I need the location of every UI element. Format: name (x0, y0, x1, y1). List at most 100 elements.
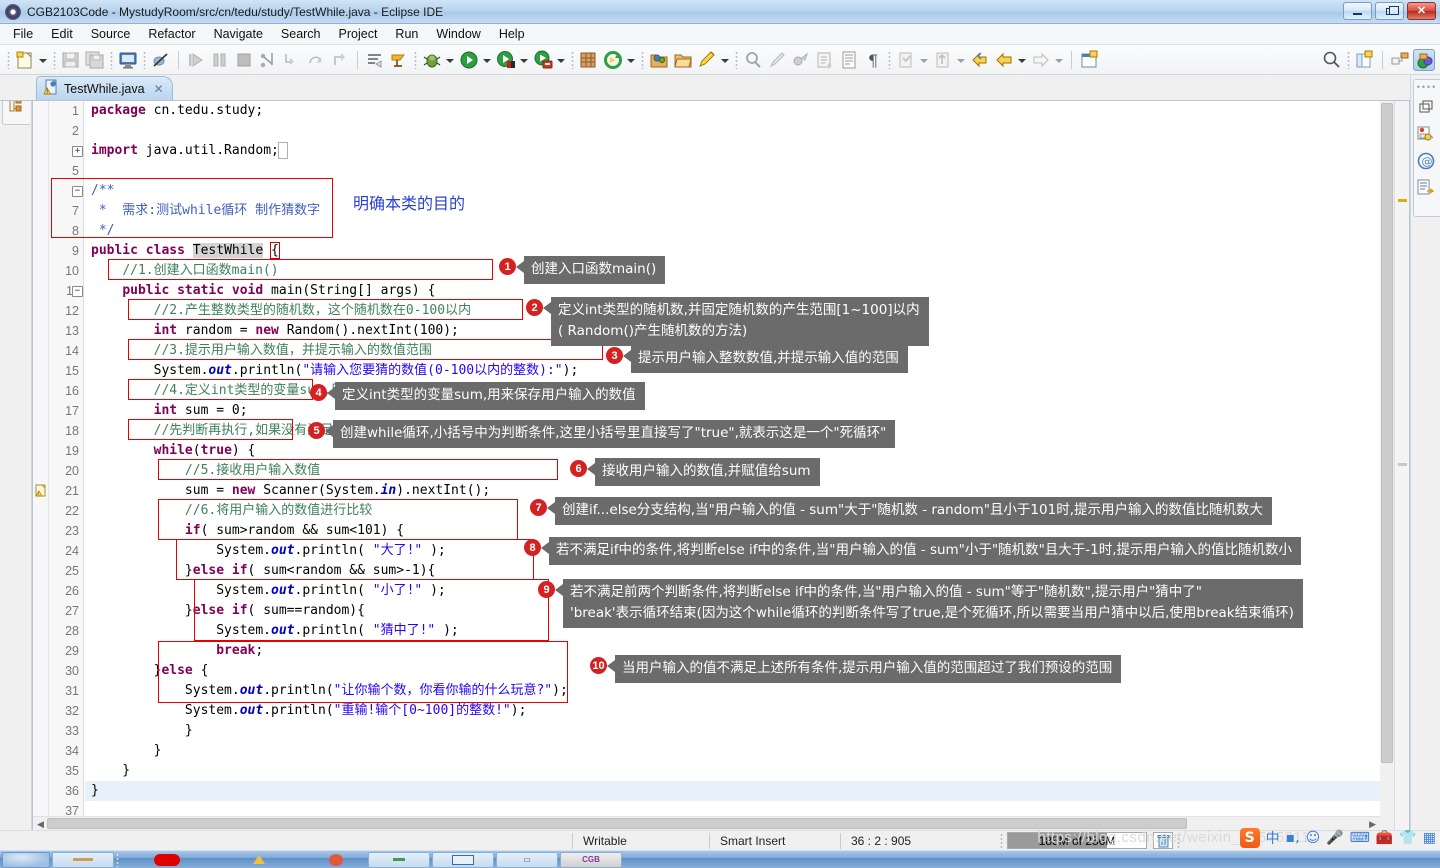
code-line[interactable] (85, 161, 1409, 181)
taskbar-item-7[interactable]: ▭ (496, 851, 558, 868)
java-ee-perspective-icon[interactable] (1389, 49, 1411, 71)
open-type-icon[interactable] (648, 49, 670, 71)
smiley-icon[interactable]: ☺ (1306, 830, 1321, 846)
refresh-icon[interactable] (602, 49, 624, 71)
panel-grip[interactable]: •••• (1414, 82, 1440, 92)
open-task-icon[interactable] (388, 49, 410, 71)
scroll-left-icon[interactable]: ◀ (37, 819, 44, 830)
code-line[interactable]: /** (85, 181, 1409, 201)
new-wizard-dropdown-icon[interactable] (37, 49, 48, 71)
new-wizard-icon[interactable] (14, 49, 36, 71)
last-edit-dropdown-icon[interactable] (955, 49, 966, 71)
horizontal-scrollbar[interactable]: ◀ ▶ (33, 816, 1380, 830)
vertical-scroll-thumb[interactable] (1381, 103, 1393, 763)
annotate-icon[interactable] (696, 49, 718, 71)
previous-edit-dropdown-icon[interactable] (918, 49, 929, 71)
save-all-icon[interactable] (84, 49, 106, 71)
disconnect-icon[interactable] (257, 49, 279, 71)
code-line[interactable]: //4.定义int类型的变量sum,用来保存用户输入的值 (85, 381, 1409, 401)
taskbar-item-2[interactable] (122, 852, 212, 868)
code-line[interactable]: int sum = 0; (85, 401, 1409, 421)
menu-file[interactable]: File (4, 25, 42, 43)
taskbar-item-3[interactable] (214, 852, 304, 868)
code-line[interactable]: System.out.println("重输!输个[0~100]的整数!"); (85, 701, 1409, 721)
editor-marker-gutter[interactable] (33, 101, 49, 830)
tab-close-icon[interactable]: ✕ (154, 82, 164, 96)
code-line[interactable]: * 需求:测试while循环 制作猜数字 (85, 201, 1409, 221)
toggle-step-filters-icon[interactable] (364, 49, 386, 71)
resume-icon[interactable] (185, 49, 207, 71)
step-into-icon[interactable] (281, 49, 303, 71)
paragraph-icon[interactable]: ¶ (862, 49, 884, 71)
back-icon[interactable] (969, 49, 991, 71)
ime-mode-chinese[interactable]: 中 (1266, 828, 1280, 848)
close-button[interactable]: ✕ (1407, 2, 1436, 20)
code-line[interactable]: } (85, 721, 1409, 741)
code-line[interactable]: public class TestWhile { (85, 241, 1409, 261)
new-java-project-icon[interactable] (578, 49, 600, 71)
code-line[interactable]: System.out.println("让你输个数，你看你输的什么玩意?"); (85, 681, 1409, 701)
java-perspective-icon[interactable] (1413, 48, 1435, 71)
menu-help[interactable]: Help (490, 25, 534, 43)
taskbar-item-8[interactable]: CGB (560, 851, 622, 868)
ime-punctuation-icon[interactable]: ▪‚ (1286, 830, 1300, 846)
forward-icon[interactable] (1030, 49, 1052, 71)
suspend-icon[interactable] (209, 49, 231, 71)
debug-icon[interactable] (421, 49, 443, 71)
menu-project[interactable]: Project (330, 25, 387, 43)
vertical-scrollbar[interactable] (1380, 101, 1394, 830)
next-annotation-icon[interactable] (814, 49, 836, 71)
tab-testwhile-java[interactable]: ! TestWhile.java ✕ (36, 76, 173, 100)
new-window-icon[interactable] (1078, 49, 1100, 71)
taskbar-item-4[interactable] (306, 852, 366, 868)
overview-ruler[interactable] (1394, 101, 1409, 830)
minimize-button[interactable] (1343, 2, 1372, 20)
quick-fix-icon[interactable] (790, 49, 812, 71)
code-line[interactable]: //1.创建入口函数main() (85, 261, 1409, 281)
code-line[interactable] (85, 121, 1409, 141)
search-references-icon[interactable] (742, 49, 764, 71)
forward-dropdown-icon[interactable] (1053, 49, 1064, 71)
task-list-icon[interactable] (1416, 124, 1438, 146)
terminate-icon[interactable] (233, 49, 255, 71)
document-icon[interactable] (838, 49, 860, 71)
run-icon[interactable] (458, 49, 480, 71)
code-line[interactable]: package cn.tedu.study; (85, 101, 1409, 121)
start-button[interactable] (2, 851, 50, 868)
step-return-icon[interactable] (329, 49, 351, 71)
microphone-icon[interactable]: 🎤 (1326, 830, 1343, 846)
coverage-icon[interactable] (495, 49, 517, 71)
coverage-dropdown-icon[interactable] (518, 49, 529, 71)
annotate-dropdown-icon[interactable] (719, 49, 730, 71)
menu-run[interactable]: Run (386, 25, 427, 43)
taskbar-item-6[interactable] (432, 851, 494, 868)
quick-access-search-icon[interactable] (1321, 49, 1343, 71)
debug-dropdown-icon[interactable] (444, 49, 455, 71)
code-line[interactable]: */ (85, 221, 1409, 241)
menu-refactor[interactable]: Refactor (139, 25, 204, 43)
skin-icon[interactable]: 👕 (1399, 830, 1416, 846)
toolbox-icon[interactable]: 🧰 (1376, 830, 1393, 846)
apps-icon[interactable]: ▦ (1423, 830, 1436, 846)
console-icon[interactable] (117, 49, 139, 71)
code-line[interactable]: } (85, 781, 1409, 801)
status-grip[interactable] (1000, 832, 1003, 849)
code-line[interactable]: } (85, 741, 1409, 761)
at-outline-icon[interactable]: @ (1416, 151, 1438, 173)
menu-edit[interactable]: Edit (42, 25, 82, 43)
open-package-icon[interactable] (672, 49, 694, 71)
sogou-logo-icon[interactable]: S (1239, 828, 1260, 848)
outline-icon[interactable] (1416, 178, 1438, 200)
back-dropdown-icon[interactable] (1016, 49, 1027, 71)
restore-icon[interactable] (1416, 97, 1438, 119)
taskbar-item-5[interactable] (368, 851, 430, 868)
horizontal-scroll-thumb[interactable] (47, 818, 1187, 829)
code-line[interactable]: } (85, 761, 1409, 781)
refresh-dropdown-icon[interactable] (625, 49, 636, 71)
back-arrow-icon[interactable] (993, 49, 1015, 71)
pencil-icon[interactable] (766, 49, 788, 71)
menu-search[interactable]: Search (272, 25, 330, 43)
external-tools-icon[interactable] (532, 49, 554, 71)
keyboard-icon[interactable]: ⌨ (1350, 830, 1370, 846)
menu-source[interactable]: Source (82, 25, 140, 43)
